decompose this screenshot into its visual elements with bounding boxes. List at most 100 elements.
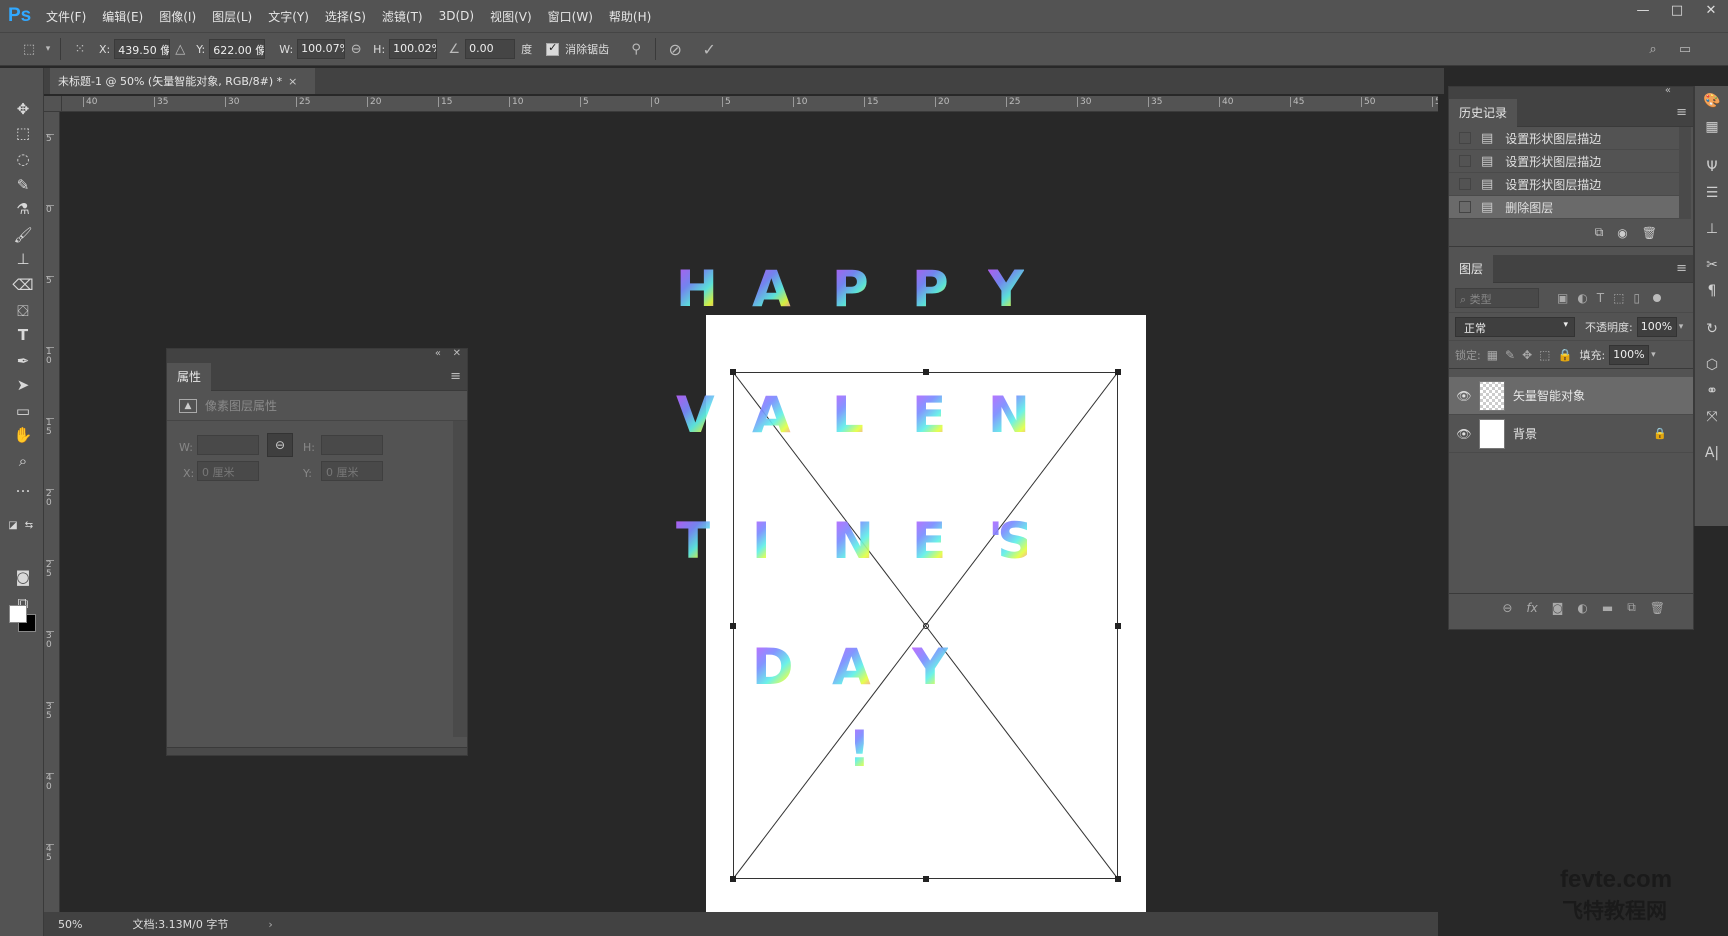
link-icon[interactable]: ⊖ (345, 37, 367, 61)
trash-icon[interactable]: 🗑 (1650, 601, 1665, 615)
stamp-tool-icon[interactable]: ⊥ (10, 248, 36, 270)
path-select-tool-icon[interactable]: ➤ (10, 374, 36, 396)
transform-handle[interactable] (922, 369, 929, 375)
character-icon[interactable]: A| (1701, 442, 1723, 464)
channels-icon[interactable]: ⚭ (1701, 380, 1723, 402)
maximize-button[interactable]: □ (1660, 0, 1694, 24)
add-mask-icon[interactable]: ◙ (1552, 601, 1564, 615)
tab-history[interactable]: 历史记录 (1449, 99, 1518, 127)
default-colors-icon[interactable]: ◪ (6, 514, 20, 536)
document-tab[interactable]: 未标题-1 @ 50% (矢量智能对象, RGB/8#) * × (50, 68, 315, 94)
transform-handle[interactable] (1115, 369, 1121, 375)
menu-file[interactable]: 文件(F) (38, 8, 94, 25)
panel-menu-icon[interactable]: ≡ (450, 369, 461, 384)
layer-filter-icons[interactable]: ▣◐T⬚▯ (1557, 291, 1649, 305)
fx-icon[interactable]: fx (1526, 601, 1537, 615)
history-item[interactable]: ▤ 设置形状图层描边 (1449, 127, 1679, 150)
dock-titlebar[interactable]: « (1449, 85, 1693, 99)
more-tools-icon[interactable]: … (10, 476, 36, 498)
layer-filter-select[interactable]: ⌕ 类型 (1455, 287, 1539, 308)
3d-icon[interactable]: ⬡ (1701, 354, 1723, 376)
blend-mode-select[interactable]: 正常 ▾ (1455, 316, 1575, 337)
layer-name[interactable]: 背景 (1513, 425, 1537, 442)
history-snapshot-box[interactable] (1459, 132, 1471, 144)
marquee-tool-icon[interactable]: ⬚ (10, 122, 36, 144)
scrollbar[interactable] (453, 421, 467, 737)
foreground-color-swatch[interactable] (9, 605, 27, 623)
chevron-down-icon[interactable]: ▾ (42, 37, 54, 61)
tab-layers[interactable]: 图层 (1449, 255, 1494, 283)
transform-center-point[interactable] (922, 622, 929, 629)
panel-resize-handle[interactable] (167, 747, 467, 755)
menu-3d[interactable]: 3D(D) (431, 9, 482, 23)
menu-help[interactable]: 帮助(H) (601, 8, 659, 25)
chevron-down-icon[interactable]: ▾ (1651, 350, 1656, 360)
history-snapshot-box[interactable] (1459, 178, 1471, 190)
search-icon[interactable]: ⌕ (1640, 37, 1666, 61)
menu-view[interactable]: 视图(V) (482, 8, 540, 25)
layer-row[interactable]: 👁 矢量智能对象 (1449, 377, 1693, 415)
layer-name[interactable]: 矢量智能对象 (1513, 387, 1585, 404)
collapse-icon[interactable]: « (1665, 85, 1671, 96)
history-snapshot-box[interactable] (1459, 201, 1471, 213)
trash-icon[interactable]: 🗑 (1642, 226, 1657, 240)
prop-width-input[interactable] (197, 435, 259, 455)
chevron-down-icon[interactable]: ▾ (1679, 322, 1684, 332)
menu-type[interactable]: 文字(Y) (260, 8, 317, 25)
history-snapshot-box[interactable] (1459, 155, 1471, 167)
menu-filter[interactable]: 滤镜(T) (374, 8, 431, 25)
menu-edit[interactable]: 编辑(E) (94, 8, 151, 25)
collapse-icon[interactable]: « (435, 348, 441, 359)
paint-bucket-tool-icon[interactable]: ⛋ (10, 300, 36, 322)
pen-tool-icon[interactable]: ✒ (10, 350, 36, 372)
transform-handle[interactable] (730, 622, 736, 629)
link-icon[interactable]: ⊖ (267, 433, 293, 457)
x-position-input[interactable]: 439.50 像刻 (114, 39, 171, 59)
eye-icon[interactable]: 👁 (1449, 389, 1479, 403)
swap-colors-icon[interactable]: ⇆ (22, 514, 36, 536)
quick-select-tool-icon[interactable]: ✎ (10, 174, 36, 196)
rotate-icon[interactable]: ↻ (1701, 318, 1723, 340)
angle-input[interactable]: 0.00 (465, 39, 516, 59)
vertical-ruler[interactable]: 5 0 5 1 0 1 5 2 0 2 5 3 0 3 5 4 0 4 5 (44, 112, 60, 912)
hand-tool-icon[interactable]: ✋ (10, 424, 36, 446)
paths-icon[interactable]: ⤧ (1701, 406, 1723, 428)
ruler-origin[interactable] (44, 96, 62, 112)
type-tool-icon[interactable]: T (10, 324, 36, 346)
shape-tool-icon[interactable]: ▭ (10, 400, 36, 422)
move-tool-icon[interactable]: ✥ (10, 98, 36, 120)
antialias-checkbox[interactable] (546, 41, 560, 56)
horizontal-ruler[interactable]: 4035302520151050510152025303540455055 (62, 96, 1438, 112)
transform-handle[interactable] (730, 369, 736, 375)
transform-handle[interactable] (730, 876, 736, 882)
minimize-button[interactable]: — (1626, 0, 1660, 24)
move-tool-preset-icon[interactable]: ⬚ (16, 37, 42, 61)
folder-icon[interactable]: ▬ (1602, 601, 1613, 615)
history-item[interactable]: ▤ 设置形状图层描边 (1449, 150, 1679, 173)
close-icon[interactable]: ✕ (453, 348, 461, 359)
fill-input[interactable]: 100% (1609, 344, 1650, 365)
lasso-tool-icon[interactable]: ◌ (10, 148, 36, 170)
history-scrollbar[interactable] (1679, 127, 1691, 219)
prop-y-input[interactable]: 0 厘米 (321, 461, 383, 481)
brush-tool-icon[interactable]: 🖌 (10, 224, 36, 246)
lock-icons[interactable]: ▦✎✥⬚🔒 (1487, 348, 1580, 362)
eraser-tool-icon[interactable]: ⌫ (10, 274, 36, 296)
eyedropper-tool-icon[interactable]: ⚗ (10, 198, 36, 220)
transform-handle[interactable] (1115, 622, 1121, 629)
swatches-icon[interactable]: ▦ (1701, 116, 1723, 138)
panel-menu-icon[interactable]: ≡ (1676, 261, 1687, 276)
tab-properties[interactable]: 属性 (167, 363, 212, 391)
menu-layer[interactable]: 图层(L) (204, 8, 260, 25)
color-icon[interactable]: 🎨 (1701, 90, 1723, 112)
delta-icon[interactable]: △ (170, 37, 190, 61)
camera-icon[interactable]: ◉ (1617, 226, 1627, 240)
menu-window[interactable]: 窗口(W) (540, 8, 601, 25)
prop-x-input[interactable]: 0 厘米 (197, 461, 259, 481)
link-layers-icon[interactable]: ⊖ (1502, 601, 1512, 615)
transform-handle[interactable] (1115, 876, 1121, 882)
commit-transform-icon[interactable]: ✓ (696, 37, 722, 61)
zoom-level[interactable]: 50% (58, 918, 82, 931)
clone-source-icon[interactable]: ⊥ (1701, 218, 1723, 240)
adjustments-icon[interactable]: ☰ (1701, 182, 1723, 204)
